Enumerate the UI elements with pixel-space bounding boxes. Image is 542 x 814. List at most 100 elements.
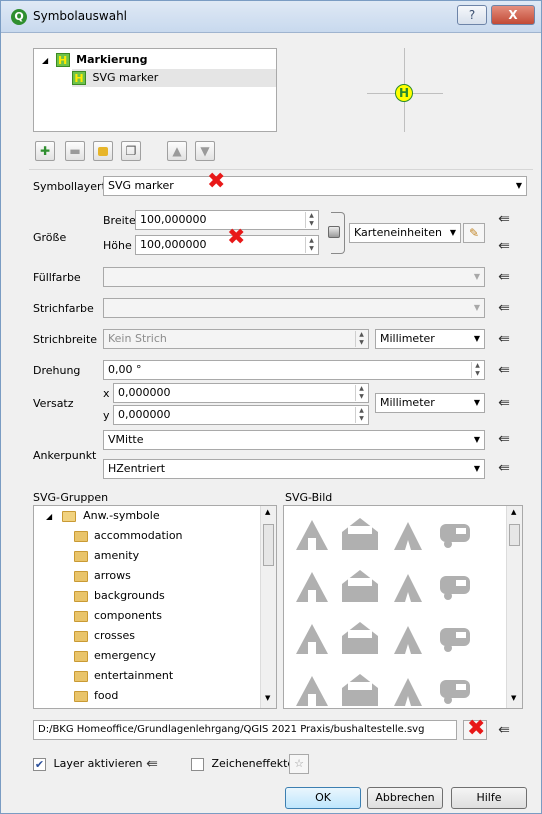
- lock-icon[interactable]: [328, 226, 340, 238]
- camping-icon[interactable]: [394, 522, 422, 550]
- shelter-icon[interactable]: [440, 576, 470, 600]
- chevron-down-icon: ▼: [515, 181, 522, 190]
- chevron-down-icon: ▼: [473, 398, 480, 407]
- svg-group-item[interactable]: arrows: [74, 566, 131, 586]
- help-button[interactable]: Hilfe: [451, 787, 527, 809]
- spin-arrows-icon[interactable]: ▲ ▼: [355, 407, 367, 423]
- fill-color-button[interactable]: ▼: [103, 267, 485, 287]
- cancel-button[interactable]: Abbrechen: [367, 787, 443, 809]
- offset-x-input[interactable]: 0,000000 ▲ ▼: [113, 383, 369, 403]
- scroll-down-icon[interactable]: ▼: [511, 694, 516, 702]
- scroll-up-icon[interactable]: ▲: [511, 508, 516, 516]
- map-unit-scale-button[interactable]: ✎: [463, 223, 485, 243]
- svg-groups-scrollbar[interactable]: ▲ ▼: [260, 506, 276, 708]
- data-defined-override-icon[interactable]: ⇚: [495, 723, 513, 737]
- scroll-down-icon[interactable]: ▼: [265, 694, 270, 702]
- vertical-anchor-combo[interactable]: VMitte ▼: [103, 430, 485, 450]
- spin-arrows-icon[interactable]: ▲ ▼: [305, 212, 317, 228]
- tree-expander-icon[interactable]: ◢: [46, 512, 52, 521]
- svg-group-item-label: arrows: [94, 569, 131, 582]
- hiking-icon[interactable]: [296, 520, 328, 550]
- duplicate-layer-button[interactable]: ❐: [121, 141, 141, 161]
- scroll-up-icon[interactable]: ▲: [265, 508, 270, 516]
- svg-group-item[interactable]: food: [74, 686, 118, 706]
- svg-group-item[interactable]: accommodation: [74, 526, 183, 546]
- svg-group-item[interactable]: components: [74, 606, 162, 626]
- checkbox-unchecked-icon[interactable]: [191, 757, 204, 771]
- svg-group-item[interactable]: crosses: [74, 626, 135, 646]
- svg-group-item[interactable]: amenity: [74, 546, 139, 566]
- symbol-layer-type-combo[interactable]: SVG marker ▼: [103, 176, 527, 196]
- data-defined-override-icon[interactable]: ⇚: [495, 332, 513, 346]
- offset-unit-combo[interactable]: Millimeter ▼: [375, 393, 485, 413]
- spin-arrows-icon[interactable]: ▲ ▼: [355, 385, 367, 401]
- fountain-icon[interactable]: [440, 680, 470, 704]
- horizontal-anchor-combo[interactable]: HZentriert ▼: [103, 459, 485, 479]
- symbol-selector-dialog: Q Symbolauswahl ? X ◢ H Markierung H SVG…: [0, 0, 542, 814]
- spin-arrows-icon[interactable]: ▲ ▼: [305, 237, 317, 253]
- vertical-anchor-value: VMitte: [108, 433, 144, 446]
- folder-icon: [74, 650, 88, 662]
- move-up-button[interactable]: ▲: [167, 141, 187, 161]
- symbol-layer-tree[interactable]: ◢ H Markierung H SVG marker: [33, 48, 277, 132]
- bench-icon[interactable]: [394, 626, 422, 654]
- stroke-width-unit-combo[interactable]: Millimeter ▼: [375, 329, 485, 349]
- caravan-icon[interactable]: [440, 524, 470, 548]
- stroke-width-input[interactable]: Kein Strich ▲ ▼: [103, 329, 369, 349]
- add-layer-button[interactable]: ✚: [35, 141, 55, 161]
- fill-color-label: Füllfarbe: [33, 271, 81, 284]
- data-defined-override-icon[interactable]: ⇚: [495, 363, 513, 377]
- shelter-rain-icon[interactable]: [296, 624, 328, 654]
- spin-arrows-icon[interactable]: ▲ ▼: [471, 362, 483, 378]
- svg-path-input[interactable]: D:/BKG Homeoffice/Grundlagenlehrgang/QGI…: [33, 720, 457, 740]
- size-unit-value: Karteneinheiten: [354, 226, 442, 239]
- svg-group-item[interactable]: entertainment: [74, 666, 173, 686]
- lock-layer-button[interactable]: [93, 141, 113, 161]
- remove-layer-button[interactable]: ▬: [65, 141, 85, 161]
- move-down-button[interactable]: ▼: [195, 141, 215, 161]
- scrollbar-thumb[interactable]: [509, 524, 520, 546]
- height-value: 100,000000: [140, 238, 207, 251]
- fire-station-icon[interactable]: [394, 678, 422, 706]
- house-icon[interactable]: [394, 574, 422, 602]
- tree-expander-icon[interactable]: ◢: [42, 56, 48, 65]
- data-defined-override-icon[interactable]: ⇚: [495, 270, 513, 284]
- scrollbar-thumb[interactable]: [263, 524, 274, 566]
- folder-icon: [74, 570, 88, 582]
- data-defined-override-icon[interactable]: ⇚: [495, 432, 513, 446]
- window-close-button[interactable]: X: [491, 5, 535, 25]
- hostel-icon[interactable]: [342, 570, 378, 602]
- data-defined-override-icon[interactable]: ⇚: [495, 212, 513, 226]
- svg-group-item[interactable]: emergency: [74, 646, 156, 666]
- window-help-button[interactable]: ?: [457, 5, 487, 25]
- enable-layer-checkbox[interactable]: ✔ Layer aktivieren: [33, 757, 143, 771]
- svg-image-scrollbar[interactable]: ▲ ▼: [506, 506, 522, 708]
- justice-icon[interactable]: [440, 628, 470, 652]
- svg-image-grid[interactable]: ▲ ▼: [283, 505, 523, 709]
- tree-child-row[interactable]: H SVG marker: [72, 69, 276, 87]
- ok-button[interactable]: OK: [285, 787, 361, 809]
- data-defined-override-icon[interactable]: ⇚: [143, 757, 161, 771]
- stroke-color-button[interactable]: ▼: [103, 298, 485, 318]
- fire-icon[interactable]: [296, 676, 328, 706]
- svg-group-item[interactable]: backgrounds: [74, 586, 165, 606]
- data-defined-override-icon[interactable]: ⇚: [495, 239, 513, 253]
- hotel-icon[interactable]: [296, 572, 328, 602]
- effects-settings-button[interactable]: ☆: [289, 754, 309, 774]
- bed-and-breakfast-icon[interactable]: [342, 518, 378, 550]
- fire-brigade-icon[interactable]: [342, 674, 378, 706]
- tree-root-row[interactable]: ◢ H Markierung: [42, 51, 147, 69]
- svg-groups-tree[interactable]: ◢ Anw.-symbole accommodation amenity arrow…: [33, 505, 277, 709]
- draw-effects-checkbox[interactable]: Zeicheneffekte: [191, 757, 294, 771]
- spin-arrows-icon[interactable]: ▲ ▼: [355, 331, 367, 347]
- checkbox-checked-icon[interactable]: ✔: [33, 757, 46, 771]
- svg-group-root[interactable]: ◢ Anw.-symbole: [46, 506, 160, 526]
- offset-y-input[interactable]: 0,000000 ▲ ▼: [113, 405, 369, 425]
- symbol-layer-type-value: SVG marker: [108, 179, 174, 192]
- rotation-input[interactable]: 0,00 ° ▲ ▼: [103, 360, 485, 380]
- chalet-icon[interactable]: [342, 622, 378, 654]
- size-unit-combo[interactable]: Karteneinheiten ▼: [349, 223, 461, 243]
- data-defined-override-icon[interactable]: ⇚: [495, 461, 513, 475]
- data-defined-override-icon[interactable]: ⇚: [495, 396, 513, 410]
- data-defined-override-icon[interactable]: ⇚: [495, 301, 513, 315]
